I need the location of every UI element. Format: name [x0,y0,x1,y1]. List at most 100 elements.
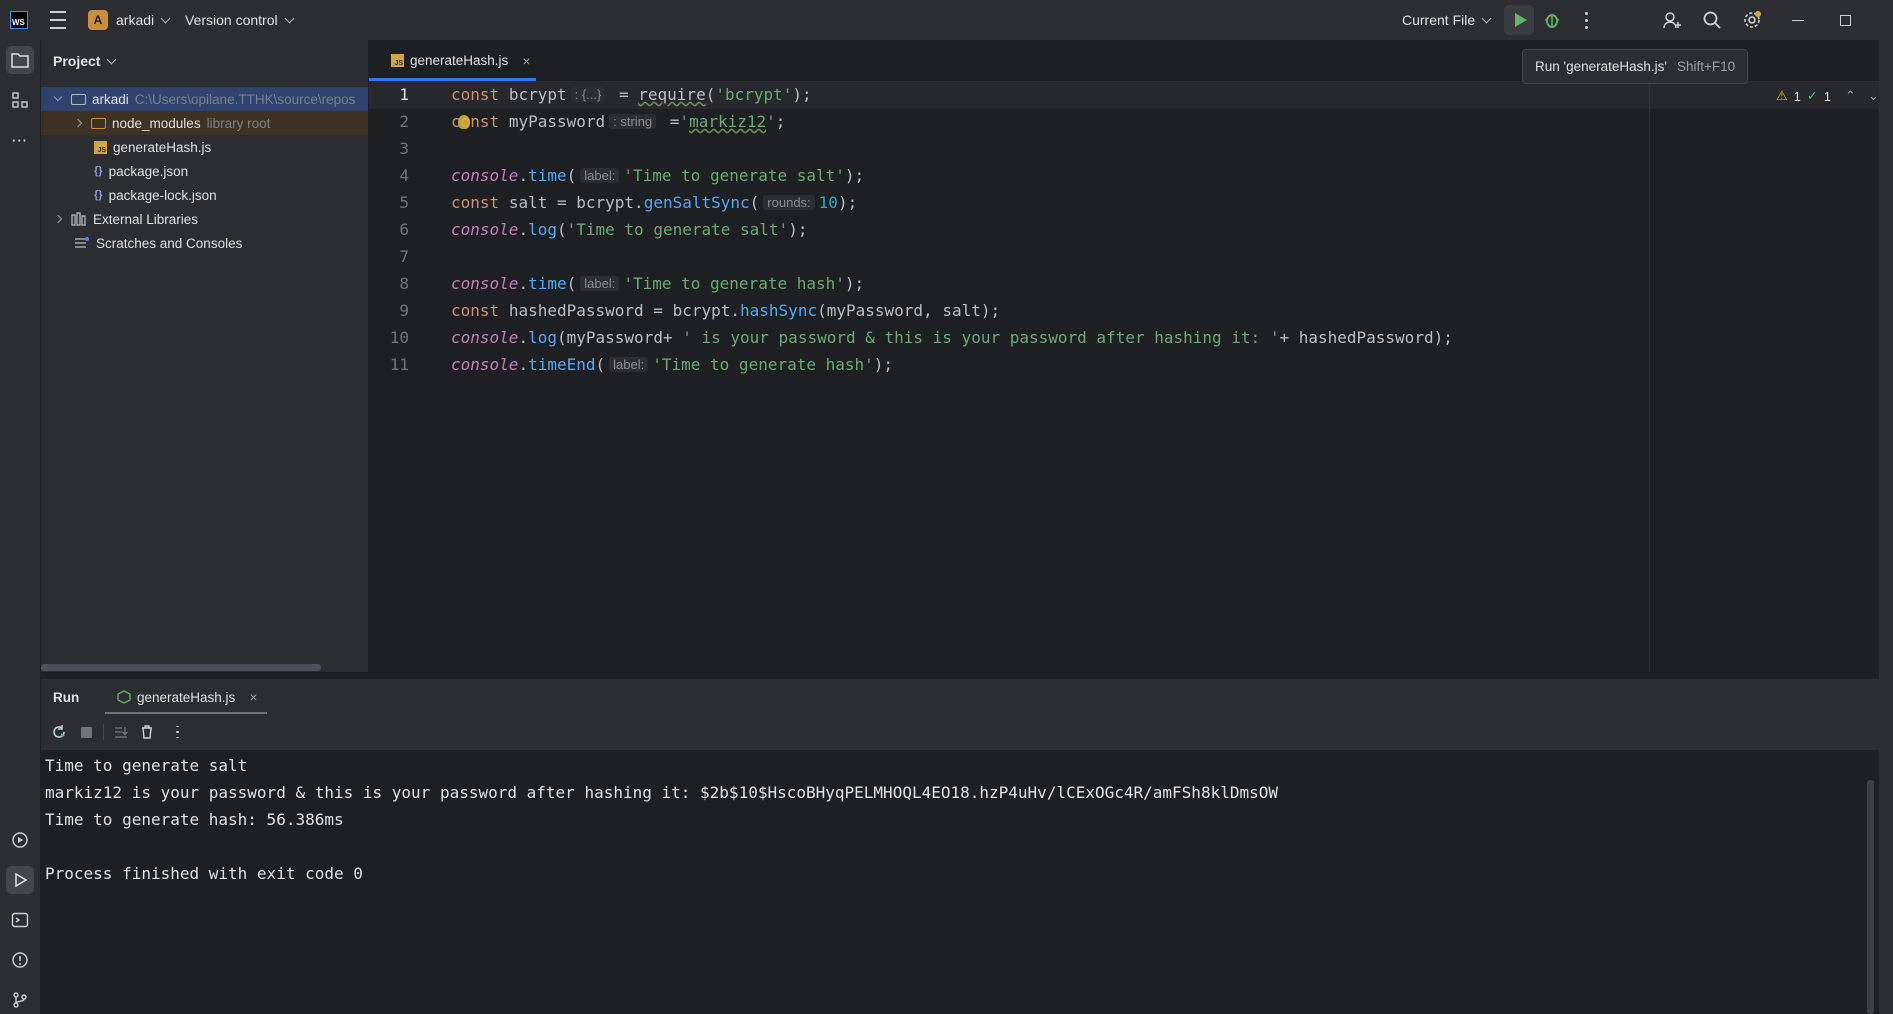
libraries-icon [71,212,86,226]
json-file-icon: {} [94,189,103,201]
line-number: 7 [399,247,409,266]
run-config-selector[interactable]: Current File [1402,0,1492,40]
add-user-icon [1663,12,1681,29]
run-icon [1514,13,1527,27]
run-panel-title: Run [53,689,80,705]
project-name: arkadi [116,12,155,28]
chevron-right-icon [73,118,83,128]
run-toolbar [41,714,1879,751]
clear-icon[interactable] [139,724,155,740]
project-switcher[interactable]: A arkadi [88,0,171,40]
close-tab-icon[interactable]: × [249,689,257,705]
close-tab-icon[interactable]: × [522,53,530,69]
run-tab-generatehash[interactable]: generateHash.js × [105,679,270,715]
param-hint: label: [580,276,620,291]
scratches-icon [75,237,89,248]
code-editor[interactable]: 1 2 3 4 5 6 7 8 9 10 11 const bcrypt: {.… [369,82,1879,672]
tree-item-node-modules[interactable]: node_modules library root [41,111,368,135]
add-user-button[interactable] [1662,0,1682,40]
chevron-right-icon [53,214,63,224]
line-number: 3 [399,139,409,158]
console-output[interactable]: Time to generate salt markiz12 is your p… [41,751,1879,1014]
chevron-up-icon[interactable]: ⌃ [1845,88,1856,104]
project-tool-button[interactable] [6,46,34,74]
title-bar: WS A arkadi Version control Current File [0,0,1893,41]
scroll-to-end-icon[interactable] [113,724,129,740]
lightbulb-icon[interactable] [458,115,470,129]
check-icon: ✓ [1806,88,1818,103]
chevron-down-icon [160,13,171,23]
left-tool-stripe: ··· [0,40,41,1014]
project-panel-title[interactable]: Project [53,53,117,69]
stop-icon[interactable] [78,724,94,740]
vcs-menu[interactable]: Version control [185,0,295,40]
line-number: 9 [399,301,409,320]
tree-item-generatehash[interactable]: JS generateHash.js [41,135,368,159]
nodejs-icon [117,690,131,704]
tree-item-package-json[interactable]: {} package.json [41,159,368,183]
line-number: 10 [389,328,409,347]
chevron-down-icon [284,13,295,23]
toolbar-separator [103,724,104,740]
problems-tool-button[interactable] [6,946,34,974]
console-line: markiz12 is your password & this is your… [45,783,1278,802]
terminal-icon [11,912,29,928]
run-tool-button[interactable] [6,866,34,894]
settings-icon [1744,11,1761,28]
code-line: const bcrypt: {...} = require('bcrypt'); [451,85,812,104]
chevron-down-icon[interactable]: ⌄ [1868,88,1879,104]
console-line: Process finished with exit code 0 [45,864,363,883]
restore-icon[interactable] [1840,0,1851,40]
run-tooltip: Run 'generateHash.js' Shift+F10 [1522,49,1749,84]
run-button[interactable] [1504,0,1534,40]
structure-tool-button[interactable] [6,86,34,114]
git-tool-button[interactable] [6,986,34,1014]
minimize-icon[interactable] [1792,0,1804,40]
git-branch-icon [13,992,27,1008]
code-line: const salt = bcrypt.genSaltSync(rounds: 1… [451,193,858,212]
hamburger-menu-icon[interactable] [50,0,66,40]
services-tool-button[interactable] [6,826,34,854]
js-file-icon: JS [391,54,404,67]
folder-icon [71,93,86,105]
code-line: console.log(myPassword+ ' is your passwo… [451,328,1453,347]
search-button[interactable] [1702,0,1722,40]
console-line: Time to generate hash: 56.386ms [45,810,344,829]
problems-icon [12,952,28,968]
folder-icon [11,53,29,68]
rerun-icon[interactable] [51,724,67,740]
tree-item-arkadi[interactable]: arkadi C:\Users\opilane.TTHK\source\repo… [41,87,368,111]
editor-tab-generatehash[interactable]: JS generateHash.js × [379,40,543,81]
code-line: console.log('Time to generate salt'); [451,220,808,239]
terminal-tool-button[interactable] [6,906,34,934]
project-horizontal-scrollbar[interactable] [41,664,321,671]
webstorm-logo[interactable]: WS [10,0,28,40]
code-line: const hashedPassword = bcrypt.hashSync(m… [451,301,1001,320]
param-hint: label: [580,168,620,183]
more-icon[interactable] [1585,0,1588,40]
chevron-down-icon [53,92,63,102]
tree-item-package-lock-json[interactable]: {} package-lock.json [41,183,368,207]
run-tool-icon [15,872,28,888]
more-tools-icon[interactable]: ··· [6,126,34,154]
js-file-icon: JS [94,140,107,154]
tree-item-external-libraries[interactable]: External Libraries [41,207,368,231]
chevron-down-icon [107,54,117,64]
line-number: 8 [399,274,409,293]
right-margin-guide [1649,82,1650,672]
type-hint: : string [609,114,657,129]
line-number: 11 [389,355,409,374]
settings-button[interactable] [1742,0,1762,40]
active-tab-indicator [369,78,536,81]
line-number: 2 [399,112,409,131]
console-vertical-scrollbar[interactable] [1867,780,1874,1014]
more-icon[interactable] [169,724,185,740]
json-file-icon: {} [94,165,103,177]
services-icon [12,832,28,848]
debug-button[interactable] [1543,0,1561,40]
line-number: 6 [399,220,409,239]
param-hint: label: [609,357,649,372]
tree-item-scratches[interactable]: Scratches and Consoles [41,231,368,255]
inspection-widget[interactable]: ⚠ 1 ✓ 1 ⌃ ⌄ [1776,88,1879,104]
line-number: 1 [399,85,409,104]
